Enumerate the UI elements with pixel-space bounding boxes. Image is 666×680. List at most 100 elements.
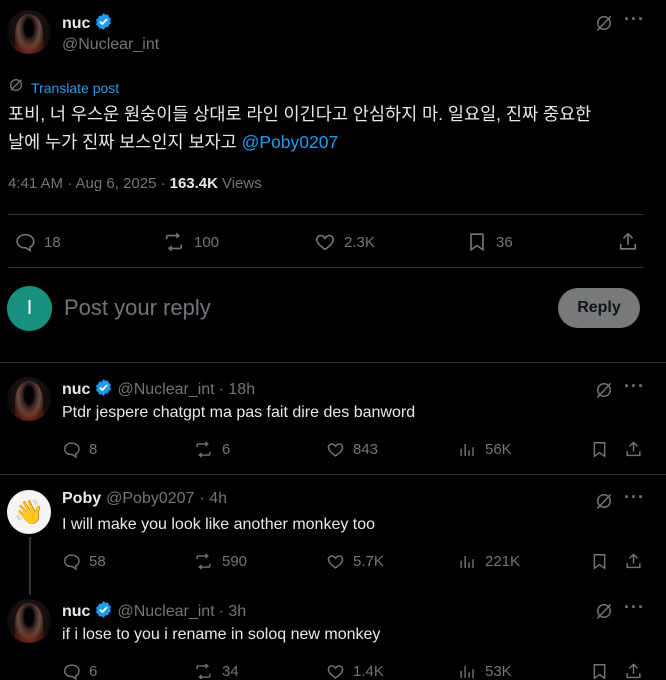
post-meta: 4:41 AM · Aug 6, 2025 · 163.4K Views — [8, 175, 262, 192]
bookmark-icon — [593, 554, 606, 570]
reply-text: if i lose to you i rename in soloq new m… — [62, 626, 381, 643]
author-name[interactable]: nuc — [62, 15, 90, 33]
reply-count: 8 — [89, 441, 98, 458]
author-handle[interactable]: @Nuclear_int — [117, 381, 214, 399]
author-avatar[interactable]: 👋 — [7, 490, 51, 534]
mention-link[interactable]: @Poby0207 — [242, 132, 339, 152]
share-icon — [626, 663, 641, 679]
repost-action[interactable]: 34 — [193, 662, 239, 680]
repost-action[interactable]: 100 — [162, 231, 219, 253]
like-count: 843 — [353, 441, 379, 458]
translate-icon — [8, 77, 24, 98]
repost-count: 34 — [222, 663, 239, 680]
bookmark-button[interactable] — [590, 552, 609, 571]
like-action[interactable]: 5.7K — [326, 552, 384, 571]
reply-time[interactable]: · 3h — [219, 603, 247, 621]
grok-icon[interactable] — [594, 380, 614, 405]
divider — [0, 362, 666, 363]
divider — [8, 267, 644, 268]
author-name[interactable]: Poby — [62, 490, 101, 508]
bookmark-icon — [593, 442, 606, 458]
more-icon[interactable]: ··· — [624, 487, 645, 508]
views-icon — [460, 443, 474, 456]
grok-icon[interactable] — [594, 491, 614, 516]
grok-icon[interactable] — [594, 13, 614, 38]
share-icon — [626, 441, 641, 457]
reply-action[interactable]: 58 — [62, 552, 106, 571]
bookmark-count: 36 — [496, 233, 513, 251]
author-handle[interactable]: @Nuclear_int — [62, 36, 159, 54]
repost-action[interactable]: 590 — [193, 552, 247, 571]
more-icon[interactable]: ··· — [624, 376, 645, 397]
verified-icon — [94, 600, 113, 624]
author-name[interactable]: nuc — [62, 381, 90, 399]
repost-icon — [196, 663, 211, 680]
reply-icon — [64, 664, 80, 680]
like-action[interactable]: 843 — [326, 440, 378, 459]
share-button[interactable] — [624, 440, 643, 459]
user-avatar[interactable]: I — [7, 286, 52, 331]
author-name[interactable]: nuc — [62, 603, 90, 621]
reply-action[interactable]: 6 — [62, 662, 97, 680]
reply-text: Ptdr jespere chatgpt ma pas fait dire de… — [62, 404, 416, 421]
author-avatar[interactable] — [7, 599, 51, 643]
grok-icon[interactable] — [594, 601, 614, 626]
repost-icon — [196, 441, 211, 458]
translate-label: Translate post — [31, 79, 120, 96]
reply-count: 58 — [89, 553, 106, 570]
repost-action[interactable]: 6 — [193, 440, 230, 459]
more-icon[interactable]: ··· — [624, 9, 645, 30]
reply-count: 18 — [44, 233, 61, 251]
user-avatar-letter: I — [26, 297, 33, 319]
bookmark-action[interactable]: 36 — [466, 231, 513, 253]
share-button[interactable] — [624, 552, 643, 571]
bookmark-button[interactable] — [590, 662, 609, 680]
views-label: Views — [221, 175, 262, 192]
divider — [0, 474, 666, 475]
bookmark-icon — [593, 664, 606, 680]
reply-time[interactable]: · 4h — [199, 490, 227, 508]
bookmark-icon — [470, 233, 484, 252]
reply-button[interactable]: Reply — [558, 288, 640, 328]
reply-icon — [64, 442, 80, 459]
reply-icon — [64, 554, 80, 571]
author-avatar[interactable] — [7, 10, 51, 54]
verified-icon — [94, 378, 113, 402]
like-count: 1.4K — [353, 663, 384, 680]
like-icon — [315, 234, 335, 251]
like-action[interactable]: 1.4K — [326, 662, 384, 680]
like-icon — [327, 555, 344, 569]
share-button[interactable] — [617, 231, 639, 253]
reply-action[interactable]: 18 — [14, 231, 61, 253]
share-button[interactable] — [624, 662, 643, 680]
views-icon — [460, 555, 474, 568]
reply-time[interactable]: · 18h — [219, 381, 255, 399]
author-handle[interactable]: @Nuclear_int — [117, 603, 214, 621]
views-action[interactable]: 56K — [458, 440, 512, 459]
share-icon — [619, 232, 637, 250]
like-icon — [327, 665, 344, 679]
thread-line — [29, 537, 31, 595]
views-count: 56K — [485, 441, 512, 458]
views-count: 221K — [485, 553, 521, 570]
author-handle[interactable]: @Poby0207 — [106, 490, 194, 508]
reply-action[interactable]: 8 — [62, 440, 97, 459]
bookmark-button[interactable] — [590, 440, 609, 459]
author-avatar[interactable] — [7, 377, 51, 421]
reply-input[interactable]: Post your reply — [64, 295, 211, 321]
share-icon — [626, 553, 641, 569]
more-icon[interactable]: ··· — [624, 597, 645, 618]
views-action[interactable]: 221K — [458, 552, 520, 571]
post-timestamp[interactable]: 4:41 AM · Aug 6, 2025 · — [8, 175, 166, 192]
post-text-line1: 포비, 너 우스운 원숭이들 상대로 라인 이긴다고 안심하지 마. 일요일, … — [8, 104, 592, 124]
repost-count: 100 — [194, 233, 220, 251]
repost-icon — [196, 553, 211, 570]
waving-hand-icon: 👋 — [14, 498, 44, 526]
like-count: 2.3K — [344, 233, 375, 251]
repost-count: 6 — [222, 441, 231, 458]
views-count: 163.4K — [169, 175, 218, 192]
post-text-line2: 날에 누가 진짜 보스인지 보자고 — [8, 132, 237, 152]
translate-post-link[interactable]: Translate post — [8, 77, 119, 98]
like-action[interactable]: 2.3K — [314, 231, 375, 253]
views-action[interactable]: 53K — [458, 662, 512, 680]
